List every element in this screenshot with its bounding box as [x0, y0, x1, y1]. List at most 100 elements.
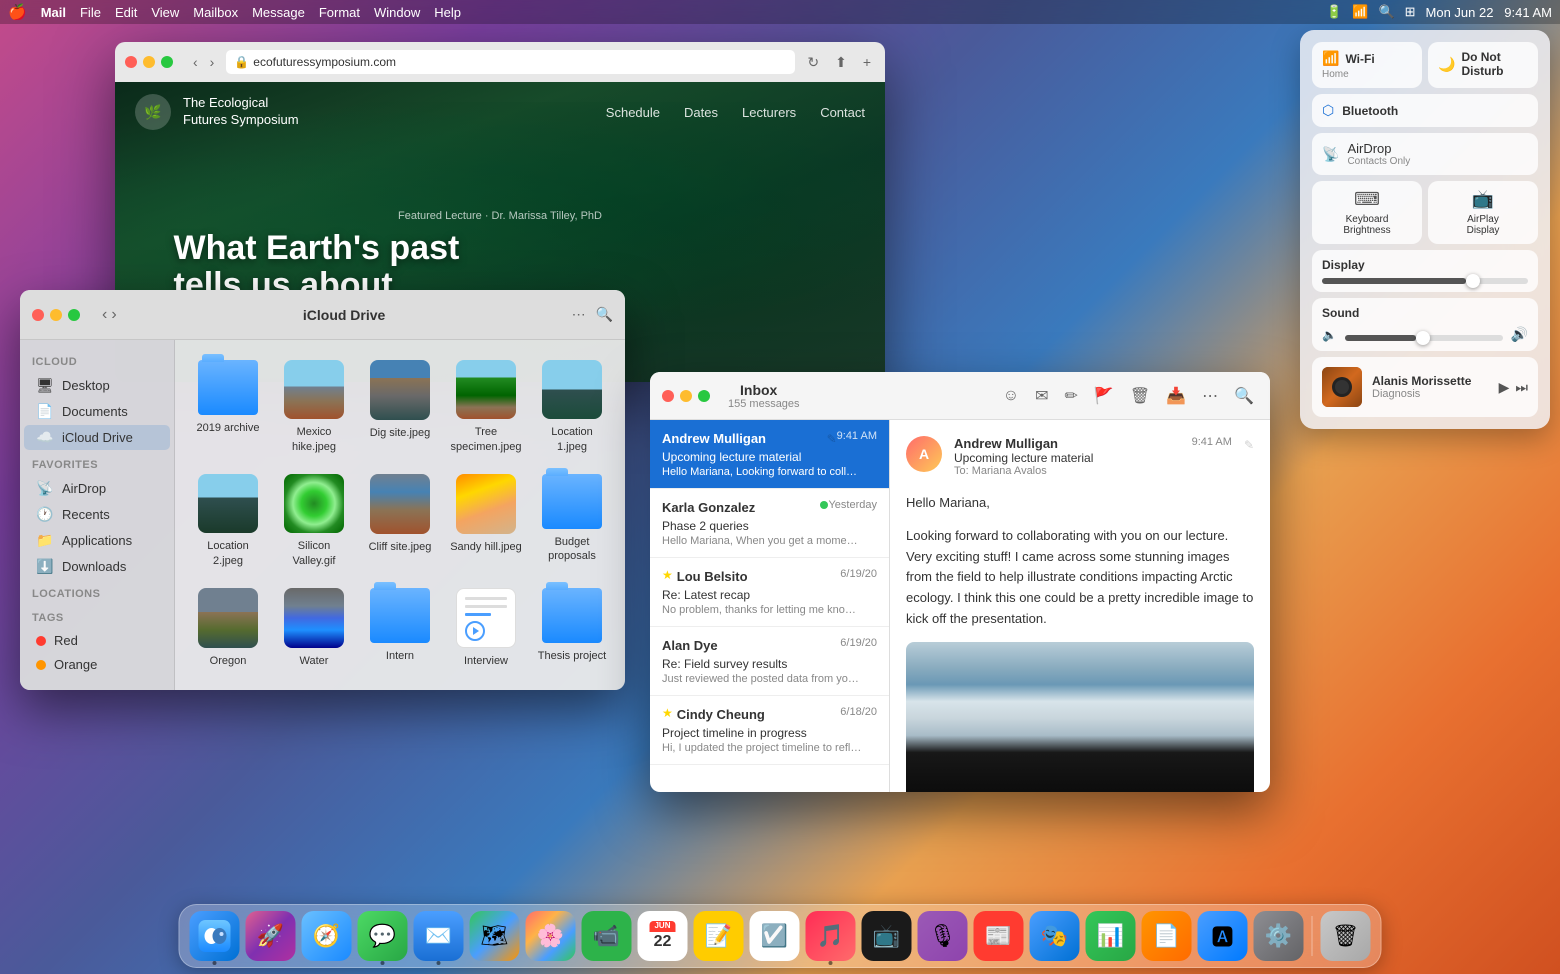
dock-finder[interactable]	[190, 911, 240, 961]
finder-more[interactable]: ⋯	[572, 306, 586, 323]
mail-item-cindy[interactable]: ★ Cindy Cheung 6/18/20 Project timeline …	[650, 696, 889, 765]
back-button[interactable]: ‹	[189, 52, 202, 72]
file-location2[interactable]: Location 2.jpeg	[187, 466, 269, 576]
file-cliffsite[interactable]: Cliff site.jpeg	[359, 466, 441, 576]
finder-close-button[interactable]	[32, 309, 44, 321]
address-bar[interactable]: 🔒 ecofuturessymposium.com	[226, 50, 795, 74]
mail-close-button[interactable]	[662, 390, 674, 402]
more-button[interactable]: ⋯	[1198, 382, 1222, 410]
file-2019-archive[interactable]: 2019 archive	[187, 352, 269, 462]
sidebar-tag-orange[interactable]: Orange	[24, 653, 170, 676]
forward-button[interactable]: ›	[206, 52, 219, 72]
mail-item-lou[interactable]: ★ Lou Belsito 6/19/20 Re: Latest recap N…	[650, 558, 889, 627]
file-location1[interactable]: Location 1.jpeg	[531, 352, 613, 462]
mail-item-andrew[interactable]: Andrew Mulligan 9:41 AM ✎ Upcoming lectu…	[650, 420, 889, 489]
sound-slider[interactable]	[1345, 335, 1503, 341]
dock-trash[interactable]: 🗑	[1321, 911, 1371, 961]
file-budget[interactable]: Budget proposals	[531, 466, 613, 576]
dock-maps[interactable]: 🗺	[470, 911, 520, 961]
sidebar-item-airdrop[interactable]: 📡 AirDrop	[24, 476, 170, 501]
menu-file[interactable]: File	[80, 5, 101, 20]
mail-maximize-button[interactable]	[698, 390, 710, 402]
mail-search-button[interactable]: 🔍	[1230, 382, 1258, 410]
compose-button[interactable]: ✉	[1031, 382, 1052, 410]
sidebar-tag-red[interactable]: Red	[24, 629, 170, 652]
file-water[interactable]: Water	[273, 580, 355, 690]
file-thesis[interactable]: Thesis project	[531, 580, 613, 690]
file-silicon[interactable]: Silicon Valley.gif	[273, 466, 355, 576]
dock-keynote[interactable]: 🎭	[1030, 911, 1080, 961]
mail-item-alan[interactable]: Alan Dye 6/19/20 Re: Field survey result…	[650, 627, 889, 696]
cc-dnd-tile[interactable]: 🌙 Do Not Disturb	[1428, 42, 1538, 88]
dock-numbers[interactable]: 📊	[1086, 911, 1136, 961]
dock-appstore[interactable]: 🅰	[1198, 911, 1248, 961]
mail-minimize-button[interactable]	[680, 390, 692, 402]
dock-notes[interactable]: 📝	[694, 911, 744, 961]
file-interview[interactable]: Interview	[445, 580, 527, 690]
finder-minimize-button[interactable]	[50, 309, 62, 321]
menu-format[interactable]: Format	[319, 5, 360, 20]
menu-edit[interactable]: Edit	[115, 5, 137, 20]
refresh-button[interactable]: ↻	[803, 52, 823, 73]
dock-reminders[interactable]: ☑️	[750, 911, 800, 961]
sidebar-item-downloads[interactable]: ⬇️ Downloads	[24, 554, 170, 579]
file-oregon[interactable]: Oregon	[187, 580, 269, 690]
menubar-controlcenter[interactable]: ⊞	[1405, 4, 1416, 20]
cc-airdrop-tile[interactable]: 📡 AirDrop Contacts Only	[1312, 133, 1538, 175]
sidebar-item-recents[interactable]: 🕐 Recents	[24, 502, 170, 527]
cc-wifi-tile[interactable]: 📶 Wi-Fi Home	[1312, 42, 1422, 88]
menu-message[interactable]: Message	[252, 5, 305, 20]
menubar-datetime[interactable]: Mon Jun 22 9:41 AM	[1426, 5, 1552, 20]
dock-sysprefs[interactable]: ⚙️	[1254, 911, 1304, 961]
finder-forward[interactable]: ›	[111, 306, 116, 324]
nav-lecturers[interactable]: Lecturers	[742, 105, 796, 120]
file-intern[interactable]: Intern	[359, 580, 441, 690]
dock-photos[interactable]: 🌸	[526, 911, 576, 961]
menu-help[interactable]: Help	[434, 5, 461, 20]
menubar-wifi[interactable]: 📶	[1352, 4, 1368, 20]
file-digsite[interactable]: Dig site.jpeg	[359, 352, 441, 462]
sidebar-item-applications[interactable]: 📁 Applications	[24, 528, 170, 553]
maximize-button[interactable]	[161, 56, 173, 68]
dock-podcasts[interactable]: 🎙	[918, 911, 968, 961]
dock-pages[interactable]: 📄	[1142, 911, 1192, 961]
new-tab-button[interactable]: +	[859, 52, 875, 72]
sidebar-item-documents[interactable]: 📄 Documents	[24, 399, 170, 424]
dock-news[interactable]: 📰	[974, 911, 1024, 961]
cc-bluetooth-tile[interactable]: ⬡ Bluetooth	[1312, 94, 1538, 127]
sidebar-item-icloud[interactable]: ☁️ iCloud Drive	[24, 425, 170, 450]
reply-button[interactable]: ✏	[1061, 382, 1082, 410]
share-button[interactable]: ⬆	[831, 52, 851, 73]
dock-music[interactable]: 🎵	[806, 911, 856, 961]
app-menu-mail[interactable]: Mail	[41, 5, 66, 20]
dock-launchpad[interactable]: 🚀	[246, 911, 296, 961]
finder-maximize-button[interactable]	[68, 309, 80, 321]
menu-view[interactable]: View	[151, 5, 179, 20]
close-button[interactable]	[125, 56, 137, 68]
menubar-search[interactable]: 🔍	[1378, 4, 1394, 20]
cc-keyboard-tile[interactable]: ⌨ KeyboardBrightness	[1312, 181, 1422, 244]
dock-safari[interactable]: 🧭	[302, 911, 352, 961]
compose-emoji-button[interactable]: ☺	[999, 383, 1023, 409]
finder-search[interactable]: 🔍	[596, 306, 613, 323]
dock-mail[interactable]: ✉️	[414, 911, 464, 961]
flag-button[interactable]: 🚩	[1090, 382, 1118, 410]
file-sandyhill[interactable]: Sandy hill.jpeg	[445, 466, 527, 576]
apple-menu[interactable]: 🍎	[8, 3, 27, 21]
menu-mailbox[interactable]: Mailbox	[193, 5, 238, 20]
minimize-button[interactable]	[143, 56, 155, 68]
dock-calendar[interactable]: JUN 22	[638, 911, 688, 961]
display-slider[interactable]	[1322, 278, 1528, 284]
play-button[interactable]: ▶	[1499, 379, 1510, 396]
dock-messages[interactable]: 💬	[358, 911, 408, 961]
sidebar-item-desktop[interactable]: 🖥 Desktop	[24, 373, 170, 398]
mail-item-karla[interactable]: Karla Gonzalez Yesterday Phase 2 queries…	[650, 489, 889, 558]
skip-button[interactable]: ⏭	[1515, 379, 1528, 396]
archive-button[interactable]: 📥	[1162, 382, 1190, 410]
nav-schedule[interactable]: Schedule	[606, 105, 660, 120]
cc-airplay-tile[interactable]: 📺 AirPlayDisplay	[1428, 181, 1538, 244]
delete-button[interactable]: 🗑	[1126, 382, 1154, 410]
file-tree[interactable]: Tree specimen.jpeg	[445, 352, 527, 462]
menu-window[interactable]: Window	[374, 5, 420, 20]
nav-contact[interactable]: Contact	[820, 105, 865, 120]
